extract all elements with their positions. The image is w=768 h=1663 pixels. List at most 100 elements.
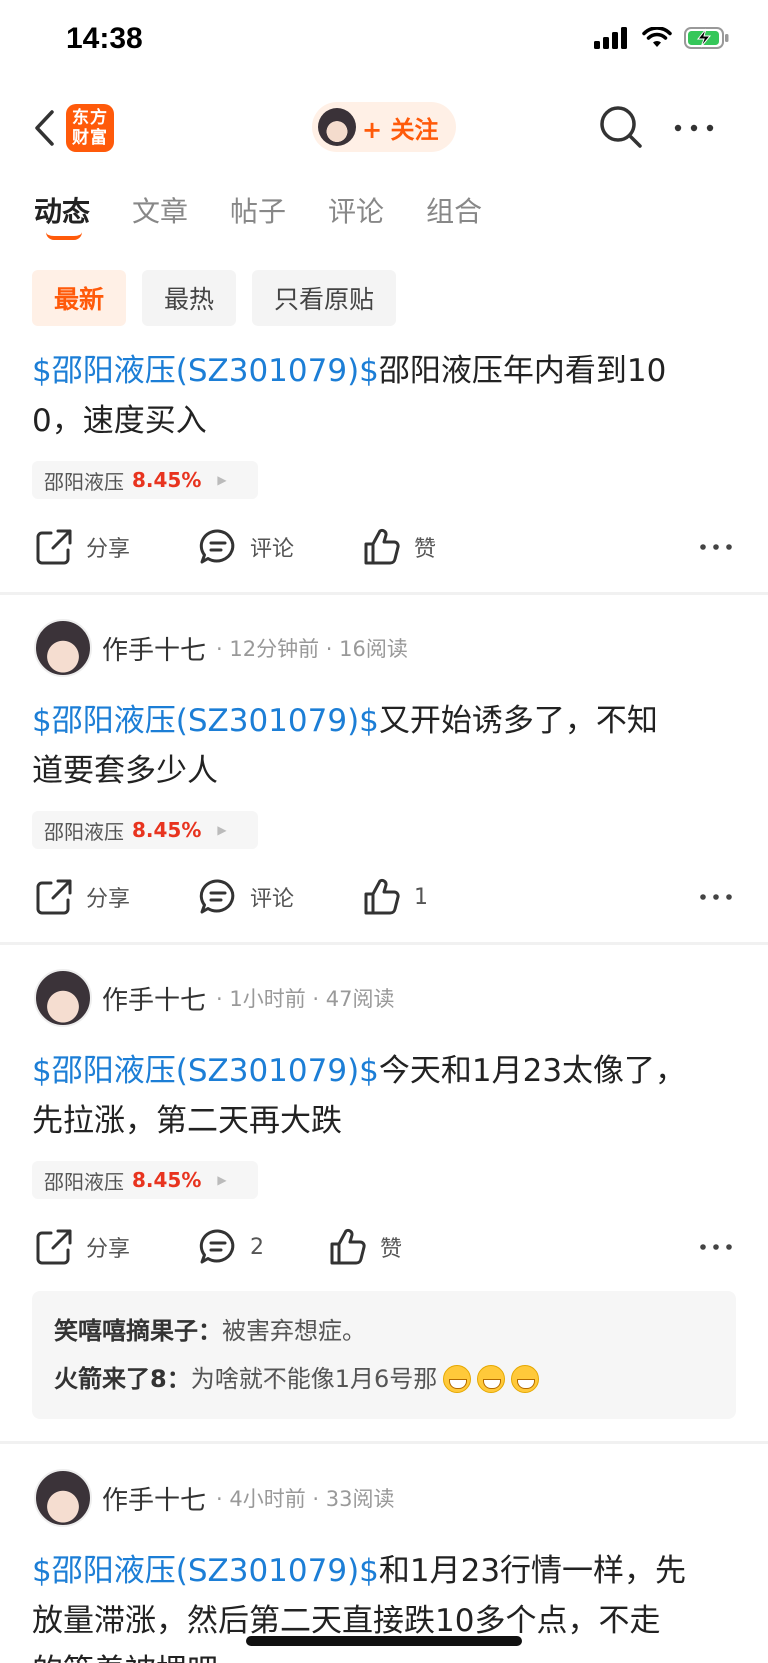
stock-change-percent: 8.45%	[132, 1168, 202, 1192]
grin-emoji-icon	[443, 1365, 472, 1393]
post-meta: · 12分钟前 · 16阅读	[216, 637, 408, 661]
follow-button[interactable]: + 关注	[312, 102, 456, 152]
share-button[interactable]: 分享	[34, 1217, 130, 1277]
post-meta: · 4小时前 · 33阅读	[216, 1487, 395, 1511]
author-name[interactable]: 作手十七	[102, 980, 206, 1017]
comment-text: 被害弃想症。	[222, 1317, 366, 1345]
stock-change-percent: 8.45%	[132, 468, 202, 492]
tab-dynamic[interactable]: 动态	[34, 190, 90, 246]
share-icon	[36, 1229, 72, 1265]
comment-icon	[199, 529, 235, 564]
author-avatar[interactable]	[34, 969, 92, 1027]
more-horizontal-icon	[700, 544, 732, 550]
chevron-right-icon: ▶	[217, 1173, 227, 1187]
wifi-icon	[642, 27, 672, 47]
thumbs-up-icon	[364, 878, 400, 915]
status-icons	[594, 26, 730, 50]
like-count: 1	[414, 884, 428, 910]
share-icon	[36, 529, 72, 565]
tab-label: 动态	[34, 195, 91, 228]
comment-author[interactable]: 火箭来了8	[54, 1355, 167, 1403]
stock-quote-chip[interactable]: 邵阳液压 8.45% ▶	[32, 461, 258, 499]
logo-line-2: 财富	[72, 128, 108, 148]
post-actions: 分享 2 赞	[0, 1217, 768, 1277]
post-more-button[interactable]	[700, 867, 732, 927]
share-button[interactable]: 分享	[34, 517, 130, 577]
tab-label: 组合	[426, 195, 483, 228]
comment-button[interactable]: 2	[198, 1217, 264, 1277]
post-time: 4小时前	[229, 1487, 306, 1511]
post-divider	[0, 942, 768, 945]
status-bar: 14:38	[0, 0, 768, 84]
share-label: 分享	[86, 887, 131, 912]
filter-original-only[interactable]: 只看原贴	[252, 270, 397, 326]
stock-change-percent: 8.45%	[132, 818, 202, 842]
post-text-line2: 0，速度买入	[32, 403, 207, 439]
author-avatar[interactable]	[34, 1469, 92, 1527]
filter-hottest[interactable]: 最热	[142, 270, 237, 326]
comment-item: 火箭来了8： 为啥就不能像1月6号那	[54, 1355, 714, 1403]
comment-button[interactable]: 评论	[198, 867, 294, 927]
post-more-button[interactable]	[700, 517, 732, 577]
stock-quote-chip[interactable]: 邵阳液压 8.45% ▶	[32, 811, 258, 849]
comment-author[interactable]: 笑嘻嘻摘果子	[54, 1307, 198, 1355]
tab-posts[interactable]: 帖子	[230, 190, 286, 246]
post-text[interactable]: $邵阳液压(SZ301079)$邵阳液压年内看到10 0，速度买入	[32, 346, 742, 446]
post-text-line2: 道要套多少人	[32, 753, 218, 789]
tab-portfolio[interactable]: 组合	[426, 190, 482, 246]
tab-label: 文章	[132, 195, 189, 228]
post-text-line2: 放量滞涨，然后第二天直接跌10多个点，不走	[32, 1603, 661, 1639]
content-tabs: 动态 文章 帖子 评论 组合	[34, 190, 482, 250]
post-header: 作手十七 · 4小时前 · 33阅读	[34, 1469, 395, 1527]
share-button[interactable]: 分享	[34, 867, 130, 927]
post-text[interactable]: $邵阳液压(SZ301079)$今天和1月23太像了， 先拉涨，第二天再大跌	[32, 1046, 742, 1146]
post-divider	[0, 592, 768, 595]
tab-comments[interactable]: 评论	[328, 190, 384, 246]
comment-item: 笑嘻嘻摘果子： 被害弃想症。	[54, 1307, 714, 1355]
tab-label: 帖子	[230, 195, 287, 228]
author-name[interactable]: 作手十七	[102, 630, 206, 667]
search-button[interactable]	[596, 102, 646, 152]
stock-link[interactable]: $邵阳液压(SZ301079)$	[32, 703, 379, 739]
post-divider	[0, 1441, 768, 1444]
like-button[interactable]: 赞	[328, 1217, 402, 1277]
comment-icon	[199, 1229, 235, 1264]
post-text-line1: 和1月23行情一样，先	[378, 1553, 687, 1589]
logo-line-1: 东方	[72, 108, 108, 128]
stock-link[interactable]: $邵阳液压(SZ301079)$	[32, 1053, 379, 1089]
comment-colon: ：	[166, 1365, 191, 1393]
tab-articles[interactable]: 文章	[132, 190, 188, 246]
like-button[interactable]: 赞	[362, 517, 436, 577]
thumbs-up-icon	[330, 1228, 366, 1265]
post-header: 作手十七 · 12分钟前 · 16阅读	[34, 619, 408, 677]
chevron-left-icon	[35, 110, 54, 146]
share-label: 分享	[86, 537, 131, 562]
stock-name: 邵阳液压	[44, 1169, 124, 1194]
stock-link[interactable]: $邵阳液压(SZ301079)$	[32, 353, 379, 389]
battery-charging-icon	[684, 27, 729, 49]
home-indicator[interactable]	[246, 1636, 522, 1646]
like-button[interactable]: 1	[362, 867, 428, 927]
filter-latest[interactable]: 最新	[32, 270, 127, 326]
post-more-button[interactable]	[700, 1217, 732, 1277]
comment-icon	[199, 879, 235, 914]
top-nav-bar: 东方 财富 + 关注	[0, 92, 768, 164]
grin-emoji-icon	[477, 1365, 506, 1393]
signal-icon	[594, 27, 627, 49]
author-avatar[interactable]	[34, 619, 92, 677]
comment-count: 2	[250, 1234, 264, 1260]
author-name[interactable]: 作手十七	[102, 1480, 206, 1517]
post-time: 1小时前	[229, 987, 306, 1011]
comment-button[interactable]: 评论	[198, 517, 294, 577]
thumbs-up-icon	[364, 528, 400, 565]
stock-link[interactable]: $邵阳液压(SZ301079)$	[32, 1553, 379, 1589]
comment-label: 评论	[250, 887, 295, 912]
more-options-button[interactable]	[670, 110, 718, 146]
stock-quote-chip[interactable]: 邵阳液压 8.45% ▶	[32, 1161, 258, 1199]
post-time: 12分钟前	[229, 637, 320, 661]
back-button[interactable]	[24, 104, 64, 152]
chevron-right-icon: ▶	[217, 473, 227, 487]
post-header: 作手十七 · 1小时前 · 47阅读	[34, 969, 395, 1027]
post-text[interactable]: $邵阳液压(SZ301079)$又开始诱多了，不知 道要套多少人	[32, 696, 742, 796]
comment-preview[interactable]: 笑嘻嘻摘果子： 被害弃想症。 火箭来了8： 为啥就不能像1月6号那	[32, 1291, 736, 1419]
